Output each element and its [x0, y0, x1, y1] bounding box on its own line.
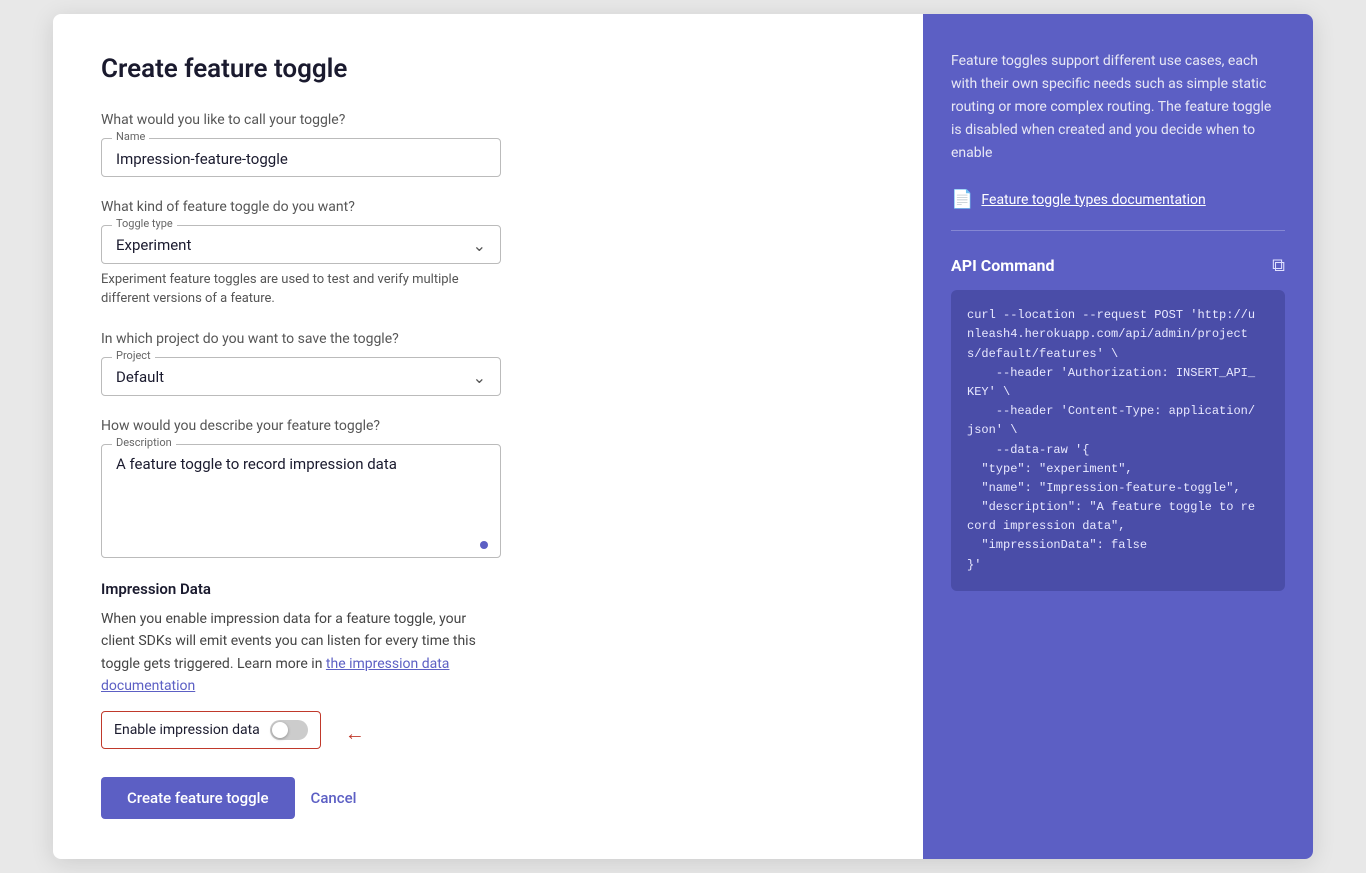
name-question: What would you like to call your toggle? — [101, 112, 501, 128]
project-value: Default — [116, 368, 164, 386]
cancel-button[interactable]: Cancel — [311, 789, 357, 807]
toggle-type-field-group: What kind of feature toggle do you want?… — [101, 199, 501, 309]
toggle-type-hint: Experiment feature toggles are used to t… — [101, 270, 501, 309]
project-label: Project — [112, 349, 155, 362]
name-input[interactable] — [116, 150, 486, 168]
toggle-type-select[interactable]: Toggle type Experiment ⌄ — [101, 225, 501, 264]
copy-icon[interactable]: ⧉ — [1272, 255, 1285, 276]
api-command-title: API Command — [951, 256, 1054, 275]
description-question: How would you describe your feature togg… — [101, 418, 501, 434]
chevron-down-icon: ⌄ — [473, 236, 486, 255]
create-feature-toggle-button[interactable]: Create feature toggle — [101, 777, 295, 819]
project-select[interactable]: Project Default ⌄ — [101, 357, 501, 396]
toggle-type-question: What kind of feature toggle do you want? — [101, 199, 501, 215]
action-row: Create feature toggle Cancel — [101, 777, 501, 819]
document-icon: 📄 — [951, 189, 973, 210]
modal-container: Create feature toggle What would you lik… — [53, 14, 1313, 860]
enable-impression-toggle[interactable] — [270, 720, 308, 740]
feature-toggle-types-doc-link[interactable]: Feature toggle types documentation — [981, 192, 1205, 208]
name-label: Name — [112, 130, 149, 143]
description-label: Description — [112, 436, 176, 449]
project-display[interactable]: Default ⌄ — [116, 368, 486, 387]
page-title: Create feature toggle — [101, 54, 501, 84]
enable-impression-toggle-row: Enable impression data — [101, 711, 321, 749]
api-header: API Command ⧉ — [951, 255, 1285, 276]
enable-impression-label: Enable impression data — [114, 722, 260, 738]
toggle-type-label: Toggle type — [112, 217, 177, 230]
right-panel: Feature toggles support different use ca… — [923, 14, 1313, 860]
name-field-group: What would you like to call your toggle?… — [101, 112, 501, 177]
left-panel: Create feature toggle What would you lik… — [53, 14, 923, 860]
description-textarea-wrapper: Description A feature toggle to record i… — [101, 444, 501, 558]
description-textarea[interactable]: A feature toggle to record impression da… — [116, 455, 486, 545]
impression-data-section: Impression Data When you enable impressi… — [101, 580, 501, 756]
doc-link-row: 📄 Feature toggle types documentation — [951, 189, 1285, 231]
project-question: In which project do you want to save the… — [101, 331, 501, 347]
sidebar-description: Feature toggles support different use ca… — [951, 50, 1285, 165]
impression-section-title: Impression Data — [101, 580, 501, 598]
project-field-group: In which project do you want to save the… — [101, 331, 501, 396]
description-field-group: How would you describe your feature togg… — [101, 418, 501, 558]
chevron-down-icon-2: ⌄ — [473, 368, 486, 387]
toggle-type-display[interactable]: Experiment ⌄ — [116, 236, 486, 255]
api-code-block: curl --location --request POST 'http://u… — [951, 290, 1285, 591]
resize-handle-icon[interactable] — [480, 541, 488, 549]
arrow-indicator-icon: ← — [345, 721, 365, 746]
name-input-wrapper: Name — [101, 138, 501, 177]
impression-description: When you enable impression data for a fe… — [101, 608, 501, 698]
toggle-thumb — [272, 722, 288, 738]
toggle-type-value: Experiment — [116, 236, 191, 254]
